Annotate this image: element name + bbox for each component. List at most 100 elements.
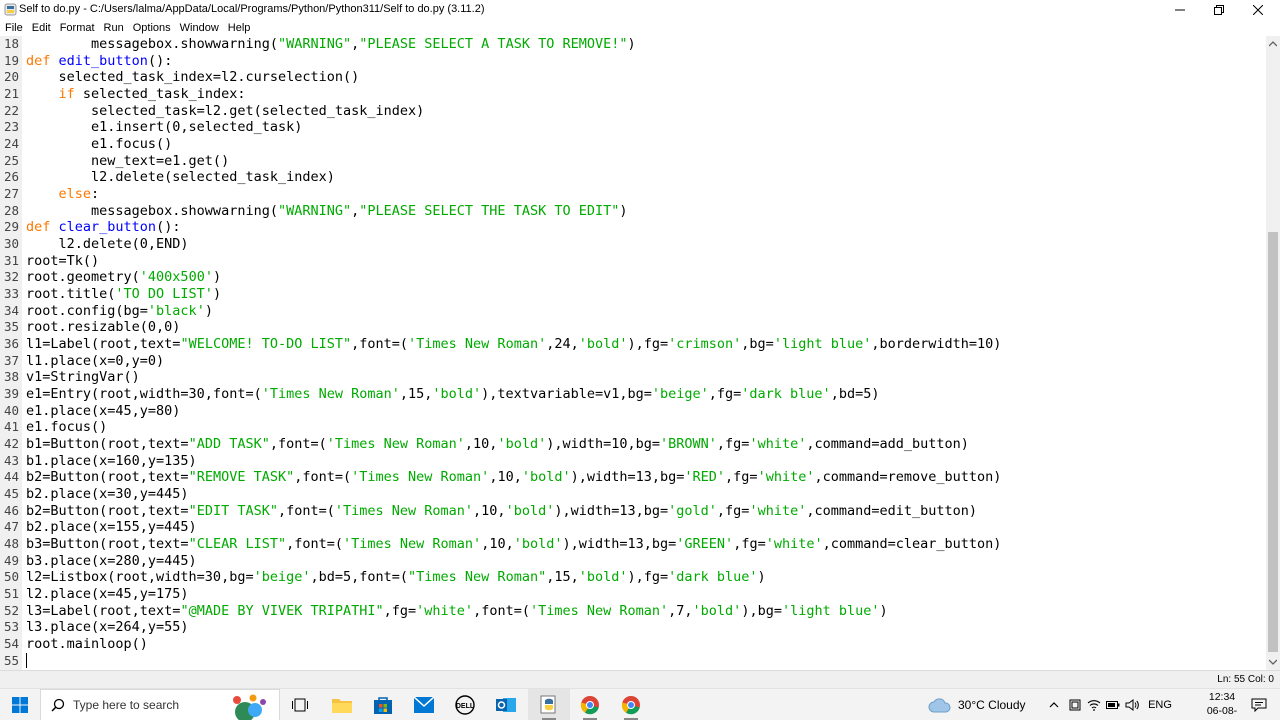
line-number: 44 — [3, 469, 19, 485]
scroll-down-icon[interactable] — [1269, 658, 1277, 666]
code-line[interactable]: 30 l2.delete(0,END) — [0, 236, 1266, 253]
svg-text:DELL: DELL — [456, 703, 475, 710]
scroll-up-icon[interactable] — [1269, 40, 1277, 48]
line-code: root.geometry('400x500') — [26, 269, 222, 286]
language-indicator[interactable]: ENG — [1145, 689, 1175, 720]
code-line[interactable]: 53 l3.place(x=264,y=55) — [0, 619, 1266, 636]
line-number: 47 — [3, 519, 19, 535]
taskbar-store[interactable] — [364, 689, 402, 720]
title-bar: Self to do.py - C:/Users/lalma/AppData/L… — [0, 0, 1280, 20]
code-line[interactable]: 28 messagebox.showwarning("WARNING","PLE… — [0, 203, 1266, 220]
code-line[interactable]: 42 b1=Button(root,text="ADD TASK",font=('… — [0, 436, 1266, 453]
menu-file[interactable]: File — [5, 22, 23, 34]
tray-device[interactable] — [1066, 689, 1084, 720]
code-line[interactable]: 19 def edit_button(): — [0, 53, 1266, 70]
line-code: root.resizable(0,0) — [26, 319, 181, 336]
code-line[interactable]: 25 new_text=e1.get() — [0, 153, 1266, 170]
code-line[interactable]: 18 messagebox.showwarning("WARNING","PLE… — [0, 36, 1266, 53]
menu-format[interactable]: Format — [60, 22, 95, 34]
line-code: b2=Button(root,text="REMOVE TASK",font=(… — [26, 469, 1002, 486]
taskbar-clock[interactable]: 12:34 06-08-2023 — [1200, 690, 1244, 720]
code-line[interactable]: 27 else: — [0, 186, 1266, 203]
code-line[interactable]: 21 if selected_task_index: — [0, 86, 1266, 103]
tablet-icon — [1069, 699, 1081, 711]
code-line[interactable]: 45 b2.place(x=30,y=445) — [0, 486, 1266, 503]
code-line[interactable]: 37 l1.place(x=0,y=0) — [0, 353, 1266, 370]
line-code: else: — [58, 186, 100, 203]
python-idle-icon — [540, 695, 556, 714]
clock-time: 12:34 — [1208, 691, 1236, 703]
task-view-button[interactable] — [282, 689, 318, 720]
line-code: new_text=e1.get() — [26, 152, 230, 169]
tray-battery[interactable] — [1104, 689, 1122, 720]
speaker-icon — [1125, 699, 1139, 711]
code-line[interactable]: 35 root.resizable(0,0) — [0, 319, 1266, 336]
code-line[interactable]: 23 e1.insert(0,selected_task) — [0, 119, 1266, 136]
code-line[interactable]: 32 root.geometry('400x500') — [0, 269, 1266, 286]
line-code: if selected_task_index: — [58, 86, 246, 102]
tray-overflow-button[interactable] — [1044, 689, 1064, 720]
file-explorer-icon — [332, 699, 352, 713]
taskbar-outlook[interactable] — [487, 689, 525, 720]
minimize-icon — [1175, 9, 1185, 11]
code-line[interactable]: 50 l2=Listbox(root,width=30,bg='beige',bd… — [0, 569, 1266, 586]
code-line[interactable]: 22 selected_task=l2.get(selected_task_in… — [0, 103, 1266, 120]
close-button[interactable] — [1238, 0, 1278, 20]
code-line[interactable]: 36 l1=Label(root,text="WELCOME! TO-DO LIS… — [0, 336, 1266, 353]
notification-button[interactable] — [1244, 689, 1274, 720]
code-editor[interactable]: 18 messagebox.showwarning("WARNING","PLE… — [0, 36, 1266, 670]
line-code: l3.place(x=264,y=55) — [26, 619, 189, 636]
code-line[interactable]: 24 e1.focus() — [0, 136, 1266, 153]
tray-volume[interactable] — [1123, 689, 1141, 720]
code-line[interactable]: 34 root.config(bg='black') — [0, 303, 1266, 320]
menu-options[interactable]: Options — [133, 22, 171, 34]
code-line[interactable]: 41 e1.focus() — [0, 419, 1266, 436]
code-line[interactable]: 31 root=Tk() — [0, 253, 1266, 270]
taskbar-mail[interactable] — [405, 689, 443, 720]
line-code: e1.focus() — [26, 419, 108, 436]
taskbar-file-explorer[interactable] — [323, 689, 361, 720]
menu-run[interactable]: Run — [104, 22, 124, 34]
code-line[interactable]: 29 def clear_button(): — [0, 219, 1266, 236]
scrollbar-thumb[interactable] — [1268, 232, 1278, 652]
line-code: root.title('TO DO LIST') — [26, 286, 222, 303]
taskbar-python-idle[interactable] — [528, 689, 570, 720]
cursor-position: Ln: 55 Col: 0 — [1217, 674, 1274, 685]
cloud-icon — [928, 698, 951, 713]
code-line[interactable]: 48 b3=Button(root,text="CLEAR LIST",font=… — [0, 536, 1266, 553]
menu-edit[interactable]: Edit — [32, 22, 51, 34]
menu-help[interactable]: Help — [228, 22, 251, 34]
code-line[interactable]: 26 l2.delete(selected_task_index) — [0, 169, 1266, 186]
code-line[interactable]: 43 b1.place(x=160,y=135) — [0, 453, 1266, 470]
code-line[interactable]: 44 b2=Button(root,text="REMOVE TASK",font… — [0, 469, 1266, 486]
store-icon — [374, 697, 392, 714]
taskbar-chrome-1[interactable] — [571, 689, 609, 720]
line-code: b3=Button(root,text="CLEAR LIST",font=('… — [26, 536, 1002, 553]
code-line[interactable]: 49 b3.place(x=280,y=445) — [0, 553, 1266, 570]
vertical-scrollbar[interactable] — [1266, 36, 1280, 670]
code-line[interactable]: 55 — [0, 653, 1266, 670]
code-line[interactable]: 46 b2=Button(root,text="EDIT TASK",font=(… — [0, 503, 1266, 520]
menu-window[interactable]: Window — [180, 22, 219, 34]
code-line[interactable]: 47 b2.place(x=155,y=445) — [0, 519, 1266, 536]
line-number: 41 — [3, 419, 19, 435]
clock-date: 06-08-2023 — [1206, 705, 1238, 720]
maximize-button[interactable] — [1199, 0, 1239, 20]
code-line[interactable]: 38 v1=StringVar() — [0, 369, 1266, 386]
taskbar-dell[interactable]: DELL — [446, 689, 484, 720]
start-button[interactable] — [0, 689, 40, 720]
code-line[interactable]: 51 l2.place(x=45,y=175) — [0, 586, 1266, 603]
code-line[interactable]: 52 l3=Label(root,text="@MADE BY VIVEK TRI… — [0, 603, 1266, 620]
line-number: 36 — [3, 336, 19, 352]
code-line[interactable]: 20 selected_task_index=l2.curselection() — [0, 69, 1266, 86]
line-code: b2.place(x=155,y=445) — [26, 519, 197, 536]
weather-widget[interactable]: 30°C Cloudy — [928, 689, 1036, 720]
minimize-button[interactable] — [1160, 0, 1200, 20]
taskbar-chrome-2[interactable] — [612, 689, 650, 720]
code-line[interactable]: 54 root.mainloop() — [0, 636, 1266, 653]
taskbar-search[interactable]: Type here to search — [40, 689, 280, 720]
tray-network[interactable] — [1085, 689, 1103, 720]
code-line[interactable]: 40 e1.place(x=45,y=80) — [0, 403, 1266, 420]
code-line[interactable]: 33 root.title('TO DO LIST') — [0, 286, 1266, 303]
code-line[interactable]: 39 e1=Entry(root,width=30,font=('Times Ne… — [0, 386, 1266, 403]
